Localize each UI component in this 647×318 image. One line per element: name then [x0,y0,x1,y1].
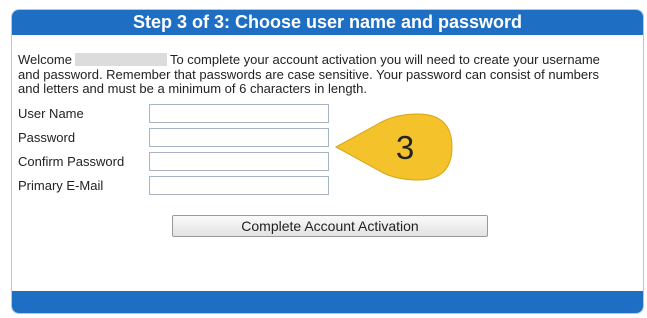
panel-header: Step 3 of 3: Choose user name and passwo… [12,10,643,35]
primary-email-label: Primary E-Mail [18,178,104,193]
password-input[interactable] [149,128,329,147]
panel-footer [12,291,643,313]
callout-number: 3 [396,129,414,166]
password-label: Password [18,130,76,145]
confirm-password-input[interactable] [149,152,329,171]
username-label: User Name [18,106,84,121]
welcome-label: Welcome [18,52,72,67]
intro-text: Welcome To complete your account activati… [18,52,624,97]
activation-panel: Step 3 of 3: Choose user name and passwo… [11,9,644,314]
panel-title: Step 3 of 3: Choose user name and passwo… [132,12,523,32]
step-number-callout: 3 [334,113,453,181]
primary-email-input[interactable] [149,176,329,195]
username-input[interactable] [149,104,329,123]
confirm-password-label: Confirm Password [18,154,125,169]
complete-activation-button[interactable]: Complete Account Activation [172,215,488,237]
redacted-username [74,53,167,66]
callout-shape [334,113,453,181]
